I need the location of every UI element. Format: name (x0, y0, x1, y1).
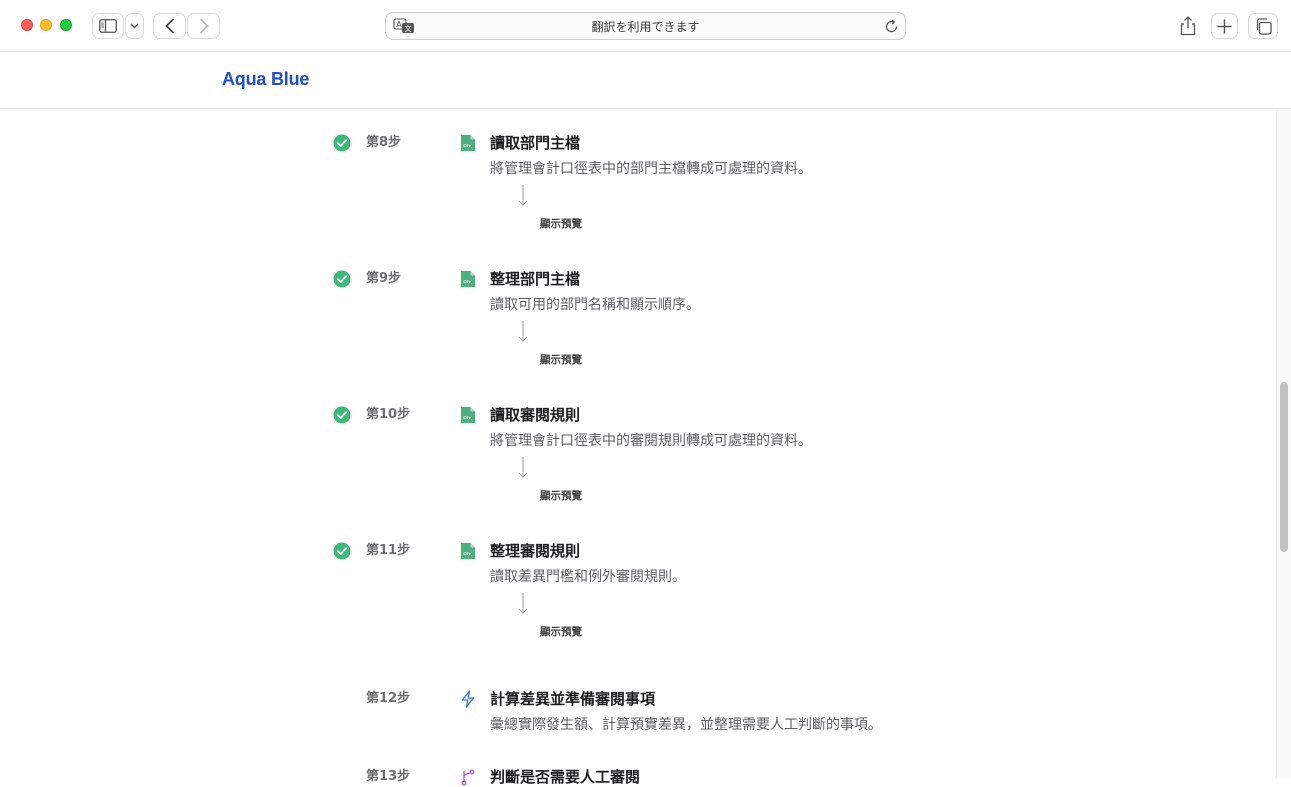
minimize-window-button[interactable] (40, 19, 52, 31)
step-number: 第8步 (366, 135, 402, 150)
close-window-button[interactable] (21, 19, 33, 31)
new-tab-button[interactable] (1211, 13, 1238, 39)
step-description: 將管理會計口徑表中的部門主檔轉成可處理的資料。 (490, 161, 812, 177)
site-header: Aqua Blue (0, 52, 1291, 109)
share-icon (1180, 16, 1196, 36)
csv-file-icon: CSV (461, 407, 475, 423)
show-preview-link[interactable]: 顯示預覽 (540, 217, 582, 231)
branch-icon (461, 769, 475, 786)
step-title: 整理審閱規則 (490, 542, 581, 560)
forward-button[interactable] (187, 13, 220, 39)
check-circle-icon (333, 270, 351, 288)
sidebar-icon (99, 19, 117, 33)
step-number: 第12步 (366, 691, 411, 706)
address-text: 翻訳を利用できます (591, 20, 700, 34)
step-title: 讀取部門主檔 (490, 134, 581, 152)
svg-text:CSV: CSV (463, 280, 471, 284)
chevron-left-icon (164, 18, 174, 34)
tabs-icon (1256, 17, 1272, 35)
csv-file-icon: CSV (461, 271, 475, 287)
check-circle-icon (333, 542, 351, 560)
lightning-icon (461, 690, 475, 708)
svg-text:CSV: CSV (463, 144, 471, 148)
step-number: 第13步 (366, 769, 411, 784)
svg-text:CSV: CSV (463, 416, 471, 420)
tab-overview-button[interactable] (1248, 13, 1278, 39)
address-bar[interactable]: A 文 翻訳を利用できます (385, 12, 906, 40)
step-title: 整理部門主檔 (490, 270, 581, 288)
browser-toolbar: A 文 翻訳を利用できます (0, 0, 1291, 52)
step-title: 計算差異並準備審閱事項 (490, 690, 656, 708)
step-title: 判斷是否需要人工審閱 (490, 768, 641, 786)
check-circle-icon (333, 406, 351, 424)
step-description: 彙總實際發生額、計算預實差異，並整理需要人工判斷的事項。 (490, 717, 882, 733)
step-description: 將管理會計口徑表中的審閱規則轉成可處理的資料。 (490, 433, 812, 449)
chevron-right-icon (199, 18, 209, 34)
zoom-window-button[interactable] (60, 19, 72, 31)
svg-text:CSV: CSV (463, 552, 471, 556)
step-number: 第10步 (366, 407, 411, 422)
check-circle-icon (333, 134, 351, 152)
sidebar-toggle-button[interactable] (92, 13, 124, 39)
step-number: 第9步 (366, 271, 402, 286)
step-number: 第11步 (366, 543, 411, 558)
brand-logo[interactable]: Aqua Blue (222, 69, 309, 90)
share-button[interactable] (1173, 13, 1203, 39)
vertical-scrollbar[interactable] (1276, 110, 1291, 778)
show-preview-link[interactable]: 顯示預覽 (540, 353, 582, 367)
step-title: 讀取審閱規則 (490, 406, 581, 424)
chevron-down-icon (130, 23, 139, 29)
show-preview-link[interactable]: 顯示預覽 (540, 489, 582, 503)
arrow-down-icon (518, 593, 528, 614)
arrow-down-icon (518, 321, 528, 342)
show-preview-link[interactable]: 顯示預覽 (540, 625, 582, 639)
arrow-down-icon (518, 185, 528, 206)
arrow-down-icon (518, 457, 528, 478)
plus-icon (1217, 19, 1232, 33)
csv-file-icon: CSV (461, 543, 475, 559)
reload-icon[interactable] (884, 19, 899, 34)
scrollbar-thumb[interactable] (1280, 382, 1288, 552)
csv-file-icon: CSV (461, 135, 475, 151)
sidebar-menu-button[interactable] (125, 13, 144, 39)
back-button[interactable] (153, 13, 186, 39)
